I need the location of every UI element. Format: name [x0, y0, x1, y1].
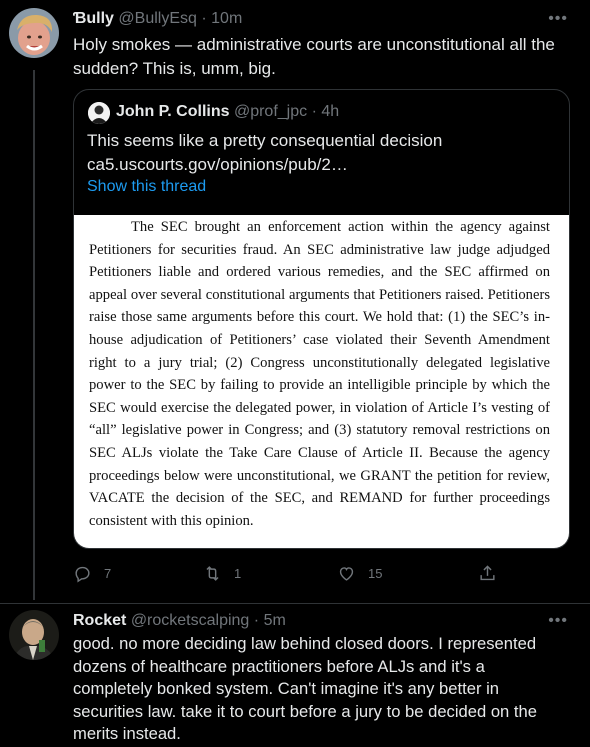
quoted-document-image[interactable]: The SEC brought an enforcement action wi… [74, 215, 569, 548]
thread-line [33, 70, 35, 600]
reply-count: 7 [104, 566, 112, 581]
quoted-display-name[interactable]: John P. Collins [116, 103, 230, 120]
timestamp[interactable]: 5m [264, 612, 286, 629]
quoted-header: John P. Collins @prof_jpc · 4h [116, 103, 339, 121]
like-count: 15 [368, 566, 383, 581]
retweet-button[interactable]: 1 [203, 564, 241, 583]
reply-button[interactable]: 7 [73, 564, 111, 583]
quoted-link[interactable]: ca5.uscourts.gov/opinions/pub/2… [87, 153, 557, 177]
avatar[interactable] [9, 610, 59, 660]
more-icon[interactable]: ••• [548, 10, 568, 28]
retweet-icon [206, 566, 219, 581]
show-thread-link[interactable]: Show this thread [87, 178, 206, 196]
separator: · [311, 103, 317, 120]
like-button[interactable]: 15 [337, 564, 382, 583]
tweet-text: good. no more deciding law behind closed… [73, 634, 537, 743]
quoted-text-line: This seems like a pretty consequential d… [87, 131, 443, 150]
quoted-avatar[interactable] [88, 102, 110, 124]
tweet-header: Rocket @rocketscalping · 5m [73, 612, 286, 630]
retweet-count: 1 [234, 566, 242, 581]
quoted-text: This seems like a pretty consequential d… [87, 129, 557, 177]
quoted-tweet[interactable]: John P. Collins @prof_jpc · 4h This seem… [73, 89, 570, 549]
tweet[interactable]: Rocket @rocketscalping · 5m ••• good. no… [0, 604, 590, 747]
handle[interactable]: @BullyEsq [118, 10, 197, 27]
share-button[interactable] [478, 564, 497, 583]
separator: · [253, 612, 260, 629]
share-icon [480, 565, 495, 581]
reply-icon [75, 566, 90, 583]
separator: · [201, 10, 207, 27]
timestamp[interactable]: 10m [211, 10, 242, 27]
display-name[interactable]: Ɓully [73, 10, 114, 27]
like-icon [339, 567, 354, 581]
quoted-timestamp[interactable]: 4h [321, 103, 339, 120]
quoted-handle[interactable]: @prof_jpc [234, 103, 307, 120]
display-name[interactable]: Rocket [73, 612, 126, 629]
tweet-text: Holy smokes — administrative courts are … [73, 35, 555, 78]
tweet-header: Ɓully @BullyEsq · 10m [73, 10, 242, 28]
avatar[interactable] [9, 8, 59, 58]
document-text: The SEC brought an enforcement action wi… [89, 219, 550, 529]
tweet[interactable]: Ɓully @BullyEsq · 10m ••• Holy smokes — … [0, 0, 590, 603]
more-icon[interactable]: ••• [548, 612, 568, 630]
handle[interactable]: @rocketscalping [131, 612, 250, 629]
